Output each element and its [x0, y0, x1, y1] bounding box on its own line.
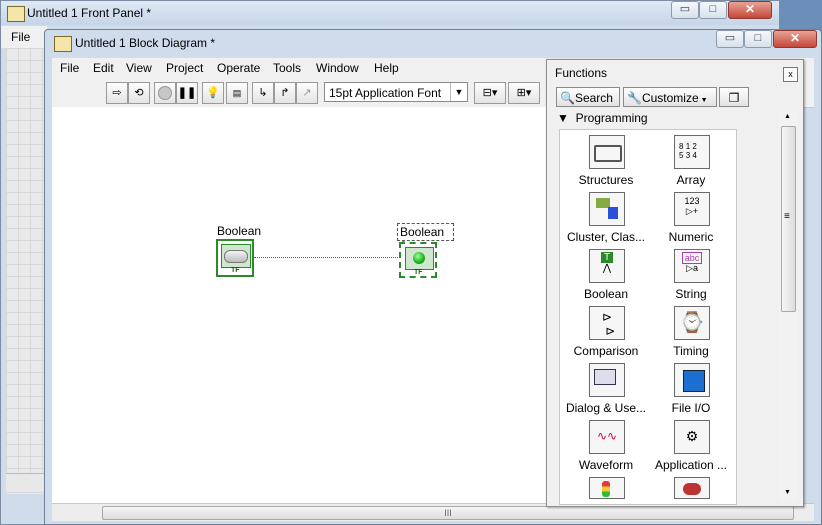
chevron-down-icon[interactable]: ▼: [450, 83, 467, 101]
scroll-up-icon[interactable]: ▲: [784, 113, 791, 120]
palette-item-string[interactable]: String: [646, 287, 736, 301]
palette-item-numeric[interactable]: Numeric: [646, 230, 736, 244]
palette-item-array[interactable]: Array: [646, 173, 736, 187]
boolean-palette-icon[interactable]: T ⋀: [589, 249, 625, 283]
numeric-icon[interactable]: 123 ▷+: [674, 192, 710, 226]
category-programming-label: Programming: [575, 111, 648, 125]
hscroll-thumb[interactable]: III: [102, 506, 794, 520]
vscroll-thumb[interactable]: ≡: [781, 126, 796, 312]
chevron-down-icon: ▼: [698, 97, 708, 104]
step-out-icon[interactable]: ↗: [296, 82, 318, 104]
highlight-execution-icon[interactable]: 💡: [202, 82, 224, 104]
waveform-icon[interactable]: ∿∿: [589, 420, 625, 454]
palette-item-cluster[interactable]: Cluster, Clas...: [561, 230, 651, 244]
menu-edit[interactable]: Edit: [93, 61, 114, 75]
front-panel-hscroll[interactable]: [6, 473, 46, 492]
functions-palette-title: Functions: [555, 66, 608, 80]
step-over-icon[interactable]: ↱: [274, 82, 296, 104]
align-icon[interactable]: ⊟▾: [474, 82, 506, 104]
palette-view-icon: ❐: [728, 91, 740, 105]
array-cell: 2: [692, 142, 697, 151]
boolean-tf: TF: [231, 267, 240, 274]
scroll-down-icon[interactable]: ▼: [784, 489, 791, 496]
timing-icon[interactable]: ⌚: [674, 306, 710, 340]
palette-item-file-io[interactable]: File I/O: [646, 401, 736, 415]
front-panel-close-button[interactable]: ✕: [728, 1, 772, 19]
category-programming[interactable]: ▼ Programming: [557, 111, 648, 125]
menu-view[interactable]: View: [126, 61, 152, 75]
front-panel-title: Untitled 1 Front Panel *: [27, 6, 152, 20]
array-cell: 5: [679, 151, 684, 160]
front-panel-minimize-button[interactable]: ▭: [671, 1, 699, 19]
vscroll-grip: ≡: [784, 211, 790, 222]
distribute-icon[interactable]: ⊞▾: [508, 82, 540, 104]
palette-item-timing[interactable]: Timing: [646, 344, 736, 358]
run-continuously-icon[interactable]: ⟲: [128, 82, 150, 104]
functions-palette: Functions x 🔍Search 🔧Customize ▼ ❐ ▼ Pro…: [546, 59, 804, 507]
customize-button[interactable]: 🔧Customize ▼: [623, 87, 717, 107]
step-into-icon[interactable]: ↳: [252, 82, 274, 104]
palette-view-button[interactable]: ❐: [719, 87, 749, 107]
palette-item-waveform[interactable]: Waveform: [561, 458, 651, 472]
customize-label: Customize: [641, 91, 699, 105]
block-diagram-app-icon: [54, 36, 72, 52]
boolean-indicator-terminal[interactable]: TF: [399, 242, 437, 278]
palette-item-boolean[interactable]: Boolean: [561, 287, 651, 301]
structures-icon[interactable]: [589, 135, 625, 169]
array-cell: 8: [679, 142, 684, 151]
boolean-label: Boolean: [217, 224, 262, 238]
palette-item-comparison[interactable]: Comparison: [561, 344, 651, 358]
file-io-icon[interactable]: [674, 363, 710, 397]
comparison-icon[interactable]: ⊳ ⊳: [589, 306, 625, 340]
menu-file[interactable]: File: [60, 61, 79, 75]
boolean-wire[interactable]: [254, 257, 400, 258]
expand-triangle-icon: ▼: [557, 111, 569, 125]
array-cell: 1: [685, 142, 691, 151]
block-diagram-canvas[interactable]: Boolean TF Boolean 2 TF: [52, 107, 549, 503]
palette-item-application[interactable]: Application ...: [646, 458, 736, 472]
menu-operate[interactable]: Operate: [217, 61, 260, 75]
dialog-icon[interactable]: [589, 363, 625, 397]
boolean-control-terminal[interactable]: TF: [216, 239, 254, 277]
array-cell: 4: [692, 151, 697, 160]
wrench-icon: 🔧: [627, 91, 642, 105]
retain-wire-values-icon[interactable]: ▤: [226, 82, 248, 104]
pause-icon[interactable]: ❚❚: [176, 82, 198, 104]
search-icon: 🔍: [560, 91, 575, 105]
palette-item-structures[interactable]: Structures: [561, 173, 651, 187]
menu-project[interactable]: Project: [166, 61, 203, 75]
run-arrow-icon[interactable]: ⇨: [106, 82, 128, 104]
menu-tools[interactable]: Tools: [273, 61, 301, 75]
string-icon[interactable]: abc ▷a: [674, 249, 710, 283]
search-label: Search: [574, 91, 613, 105]
cluster-class-icon[interactable]: [589, 192, 625, 226]
boolean2-label-box: Boolean 2: [397, 223, 454, 253]
front-panel-maximize-button[interactable]: □: [699, 1, 727, 19]
synchronization-icon[interactable]: [589, 477, 625, 499]
graphics-sound-icon[interactable]: [674, 477, 710, 499]
array-icon[interactable]: 8 1 2 5 3 4: [674, 135, 710, 169]
search-button[interactable]: 🔍Search: [556, 87, 620, 107]
front-panel-menu-file[interactable]: File: [11, 30, 30, 44]
palette-item-dialog[interactable]: Dialog & Use...: [561, 401, 651, 415]
menu-help[interactable]: Help: [374, 61, 399, 75]
string-abc: abc: [681, 252, 703, 264]
boolean2-tf: TF: [414, 269, 423, 276]
functions-palette-close-button[interactable]: x: [783, 67, 798, 82]
application-control-icon[interactable]: ⚙: [674, 420, 710, 454]
numeric-digits: 123: [684, 196, 700, 206]
front-panel-titlebar[interactable]: Untitled 1 Front Panel * ▭ □ ✕: [1, 1, 779, 25]
labview-app-icon: [7, 6, 25, 22]
array-cell: 3: [685, 151, 691, 160]
block-diagram-minimize-button[interactable]: ▭: [716, 30, 744, 48]
block-diagram-maximize-button[interactable]: □: [744, 30, 772, 48]
functions-vscroll[interactable]: ▲ ≡ ▼: [779, 111, 797, 501]
block-diagram-title: Untitled 1 Block Diagram *: [75, 36, 216, 50]
block-diagram-close-button[interactable]: ✕: [773, 30, 817, 48]
menu-window[interactable]: Window: [316, 61, 359, 75]
abort-icon[interactable]: [154, 82, 176, 104]
font-select[interactable]: 15pt Application Font: [324, 82, 468, 102]
front-panel-canvas[interactable]: [6, 48, 46, 494]
